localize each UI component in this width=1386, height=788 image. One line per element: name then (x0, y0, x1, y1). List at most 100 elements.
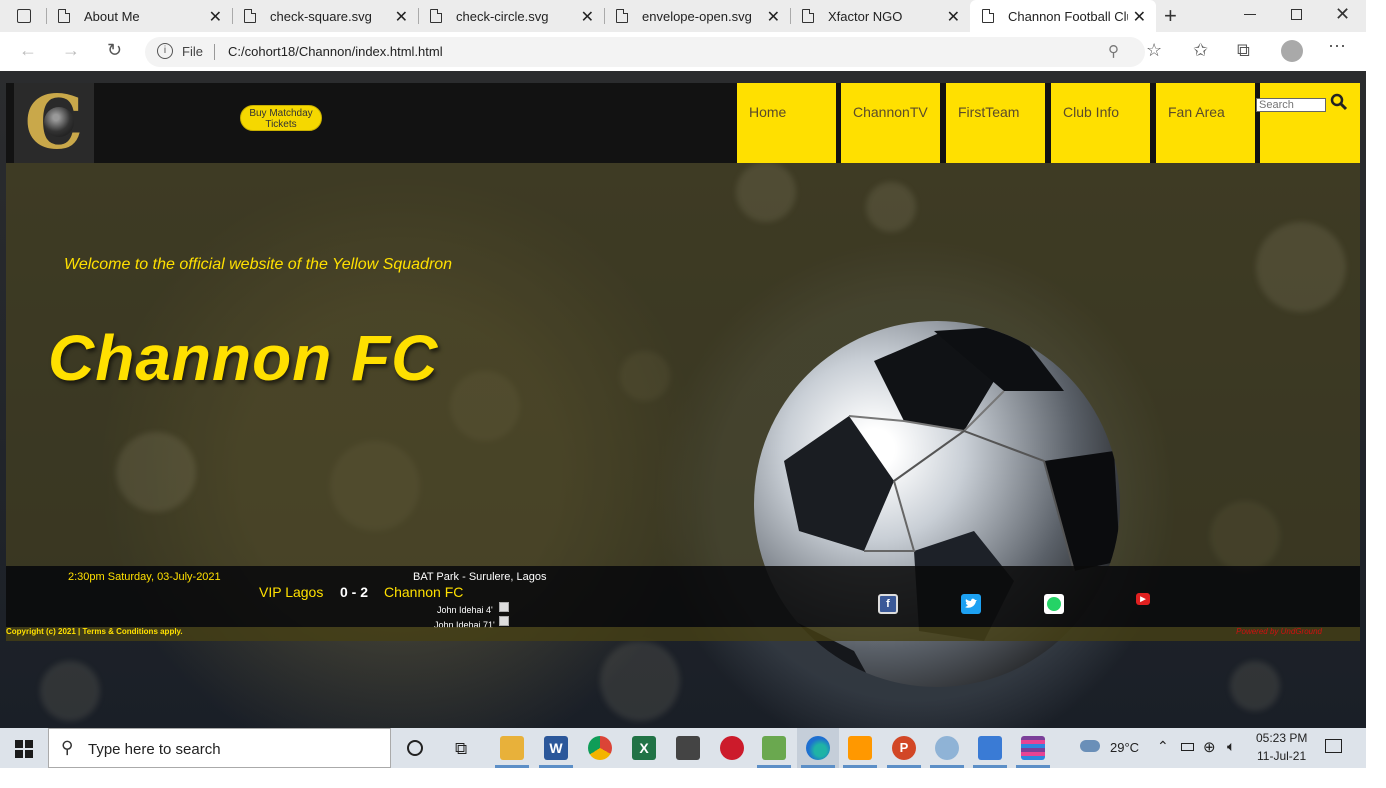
tab-check-circle[interactable]: check-circle.svg ✕ (418, 0, 604, 32)
match-score: 0 - 2 (340, 584, 369, 600)
browser-tab-bar: About Me ✕ check-square.svg ✕ check-circ… (0, 0, 1366, 32)
home-team: VIP Lagos (259, 584, 324, 600)
bokeh-light (600, 641, 680, 721)
file-explorer-icon[interactable] (500, 736, 524, 760)
whatsapp-icon[interactable] (1044, 594, 1064, 614)
tab-title: Xfactor NGO (828, 8, 903, 24)
nav-fan-area[interactable]: Fan Area (1156, 83, 1255, 163)
nav-club-info[interactable]: Club Info (1051, 83, 1150, 163)
paint-icon[interactable] (935, 736, 959, 760)
tab-channon-fc[interactable]: Channon Football Clu ✕ (970, 0, 1156, 32)
running-indicator (757, 765, 791, 768)
chrome-icon[interactable] (588, 736, 612, 760)
logo-ball-icon (44, 107, 74, 137)
opera-icon[interactable] (720, 736, 744, 760)
weather-cloud-icon[interactable] (1080, 740, 1100, 752)
network-icon[interactable]: ⊕ (1203, 738, 1216, 756)
tab-xfactor-ngo[interactable]: Xfactor NGO ✕ (790, 0, 970, 32)
info-icon[interactable]: i (157, 43, 173, 59)
collections-icon[interactable]: ⧉ (1237, 40, 1250, 61)
twitter-icon[interactable] (961, 594, 981, 614)
tab-check-square[interactable]: check-square.svg ✕ (232, 0, 418, 32)
away-team: Channon FC (384, 584, 464, 600)
close-tab-icon[interactable]: ✕ (1133, 7, 1146, 27)
volume-icon[interactable]: 🔈︎ (1227, 738, 1235, 755)
broken-image-icon (499, 616, 509, 626)
windows-start-icon[interactable] (15, 740, 33, 758)
add-favorite-icon[interactable]: ☆ (1146, 40, 1162, 61)
winrar-icon[interactable] (1021, 736, 1045, 760)
tab-envelope-open[interactable]: envelope-open.svg ✕ (604, 0, 790, 32)
facebook-icon[interactable]: f (878, 594, 898, 614)
back-icon[interactable]: ← (19, 40, 37, 61)
battery-icon[interactable] (1181, 743, 1194, 751)
running-indicator (843, 765, 877, 768)
powered-by-link[interactable]: Powered by UndGround (1236, 627, 1322, 636)
address-divider (214, 44, 215, 60)
nav-channontv[interactable]: ChannonTV (841, 83, 940, 163)
close-tab-icon[interactable]: ✕ (209, 7, 222, 27)
close-tab-icon[interactable]: ✕ (395, 7, 408, 27)
running-indicator (539, 765, 573, 768)
clock-time[interactable]: 05:23 PM (1256, 731, 1307, 745)
refresh-icon[interactable]: ↻ (107, 40, 122, 61)
minimize-icon[interactable] (1244, 14, 1256, 15)
running-indicator (887, 765, 921, 768)
taskbar-search-box[interactable]: ⚲ Type here to search (48, 728, 391, 768)
match-time: 2:30pm Saturday, 03-July-2021 (68, 571, 221, 583)
tab-about-me[interactable]: About Me ✕ (46, 0, 232, 32)
tab-actions-icon[interactable] (17, 9, 31, 23)
favorites-icon[interactable]: ✩ (1193, 40, 1208, 61)
more-menu-icon[interactable]: ⋯ (1328, 36, 1346, 57)
club-logo[interactable]: C (14, 83, 94, 163)
close-tab-icon[interactable]: ✕ (767, 7, 780, 27)
tab-title: envelope-open.svg (642, 8, 752, 24)
running-indicator (1016, 765, 1050, 768)
restore-icon[interactable] (1291, 9, 1302, 20)
address-bar[interactable]: i File C:/cohort18/Channon/index.html.ht… (145, 37, 1145, 67)
clock-date[interactable]: 11-Jul-21 (1257, 749, 1306, 763)
buy-tickets-button[interactable]: Buy Matchday Tickets (240, 105, 322, 131)
window-edge (1366, 71, 1386, 728)
excel-icon[interactable]: X (632, 736, 656, 760)
close-window-icon[interactable]: ✕ (1335, 4, 1350, 25)
copyright-text[interactable]: Copyright (c) 2021 | Terms & Conditions … (6, 627, 183, 636)
windows-taskbar: ⚲ Type here to search ⧉ W X P 29°C ⌃ ⊕ 🔈… (0, 728, 1366, 768)
tab-title: check-circle.svg (456, 8, 549, 24)
word-icon[interactable]: W (544, 736, 568, 760)
profile-avatar[interactable] (1281, 40, 1303, 62)
nav-home[interactable]: Home (737, 83, 836, 163)
club-title: Channon FC (48, 322, 439, 394)
search-input[interactable] (1256, 98, 1326, 112)
close-tab-icon[interactable]: ✕ (947, 7, 960, 27)
bokeh-light (1230, 661, 1280, 711)
site-header: C Buy Matchday Tickets Home ChannonTV Fi… (6, 83, 1360, 163)
cortana-icon[interactable] (407, 740, 423, 756)
notepad-plus-icon[interactable] (762, 736, 786, 760)
calculator-icon[interactable] (676, 736, 700, 760)
nav-firstteam[interactable]: FirstTeam (946, 83, 1045, 163)
forward-icon[interactable]: → (62, 40, 80, 61)
welcome-text: Welcome to the official website of the Y… (64, 256, 453, 273)
close-tab-icon[interactable]: ✕ (581, 7, 594, 27)
powerpoint-icon[interactable]: P (892, 736, 916, 760)
zoom-out-icon[interactable]: ⚲ (1108, 42, 1119, 60)
address-url: C:/cohort18/Channon/index.html.html (228, 44, 443, 59)
search-icon: ⚲ (61, 738, 74, 757)
sublime-text-icon[interactable] (848, 736, 872, 760)
youtube-icon[interactable]: ▶ (1136, 593, 1150, 605)
web-page: C Buy Matchday Tickets Home ChannonTV Fi… (0, 71, 1366, 728)
show-hidden-icons-icon[interactable]: ⌃ (1157, 738, 1169, 755)
twitter-bird-glyph (965, 598, 977, 608)
task-view-icon[interactable]: ⧉ (455, 739, 467, 759)
photos-icon[interactable] (978, 736, 1002, 760)
edge-icon[interactable] (806, 736, 830, 760)
document-icon (982, 9, 994, 23)
new-tab-icon[interactable]: + (1164, 3, 1177, 29)
notifications-icon[interactable] (1325, 739, 1342, 753)
weather-temperature[interactable]: 29°C (1110, 740, 1139, 755)
running-indicator (973, 765, 1007, 768)
search-icon[interactable] (1330, 93, 1348, 111)
taskbar-search-placeholder: Type here to search (88, 741, 221, 758)
bokeh-light (40, 661, 100, 721)
